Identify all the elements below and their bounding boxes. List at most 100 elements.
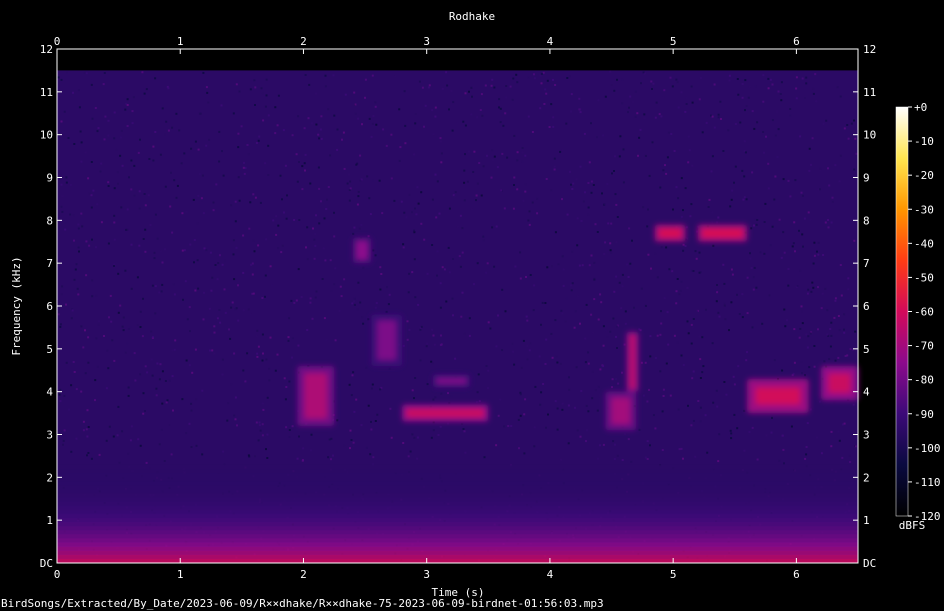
noise-pixel	[196, 259, 199, 262]
noise-pixel	[428, 84, 431, 87]
x-tick-label-bottom: 0	[54, 568, 61, 581]
noise-pixel	[99, 170, 102, 173]
noise-pixel	[164, 248, 166, 251]
noise-pixel	[579, 111, 582, 114]
noise-pixel	[612, 317, 615, 320]
noise-pixel	[229, 337, 232, 340]
noise-pixel	[126, 98, 129, 101]
noise-pixel	[570, 93, 573, 96]
noise-pixel	[284, 164, 287, 167]
noise-pixel	[522, 339, 525, 342]
noise-pixel	[327, 108, 330, 111]
noise-pixel	[100, 162, 103, 165]
noise-pixel	[379, 266, 382, 269]
noise-pixel	[173, 293, 176, 296]
noise-pixel	[533, 73, 535, 76]
noise-pixel	[516, 188, 519, 191]
noise-pixel	[353, 303, 356, 306]
call-core	[628, 334, 637, 390]
noise-pixel	[193, 239, 196, 241]
noise-pixel	[285, 386, 288, 388]
noise-pixel	[434, 106, 437, 109]
noise-pixel	[350, 439, 353, 441]
noise-pixel	[154, 285, 157, 288]
noise-pixel	[692, 419, 695, 422]
noise-pixel	[486, 154, 488, 157]
noise-pixel	[678, 448, 681, 451]
noise-pixel	[382, 128, 385, 131]
noise-pixel	[806, 346, 809, 349]
noise-pixel	[311, 255, 313, 258]
low-band-strip	[57, 485, 858, 490]
noise-pixel	[265, 358, 268, 361]
noise-pixel	[348, 173, 350, 176]
noise-pixel	[602, 325, 605, 328]
noise-pixel	[817, 328, 819, 331]
noise-pixel	[748, 431, 751, 433]
noise-pixel	[72, 214, 75, 217]
noise-pixel	[130, 159, 133, 162]
noise-pixel	[480, 194, 483, 197]
noise-pixel	[431, 362, 434, 365]
noise-pixel	[803, 217, 806, 220]
noise-pixel	[791, 245, 794, 248]
noise-pixel	[557, 263, 560, 266]
noise-pixel	[205, 144, 208, 147]
noise-pixel	[790, 425, 793, 428]
noise-pixel	[77, 223, 80, 226]
noise-pixel	[419, 328, 422, 331]
noise-pixel	[276, 353, 279, 356]
noise-pixel	[691, 164, 694, 167]
noise-pixel	[282, 129, 285, 132]
noise-pixel	[95, 246, 97, 249]
noise-pixel	[136, 324, 139, 326]
noise-pixel	[257, 439, 260, 442]
noise-pixel	[516, 81, 519, 84]
noise-pixel	[671, 270, 674, 273]
noise-pixel	[752, 276, 755, 279]
noise-pixel	[741, 293, 744, 296]
noise-pixel	[611, 386, 613, 389]
noise-pixel	[571, 250, 574, 253]
noise-pixel	[359, 301, 362, 304]
noise-pixel	[450, 395, 453, 397]
noise-pixel	[728, 74, 731, 77]
noise-pixel	[798, 229, 800, 232]
noise-pixel	[262, 408, 265, 411]
noise-pixel	[699, 420, 702, 423]
noise-pixel	[324, 74, 327, 77]
noise-pixel	[498, 98, 501, 101]
noise-pixel	[106, 349, 109, 352]
noise-pixel	[815, 436, 818, 439]
noise-pixel	[175, 112, 178, 115]
noise-pixel	[105, 439, 108, 442]
noise-pixel	[91, 279, 94, 282]
noise-pixel	[762, 131, 765, 133]
noise-pixel	[609, 70, 612, 73]
noise-pixel	[237, 132, 240, 135]
noise-pixel	[421, 86, 424, 89]
noise-pixel	[121, 430, 124, 433]
noise-pixel	[517, 418, 520, 421]
noise-pixel	[90, 83, 93, 86]
noise-pixel	[57, 76, 60, 79]
noise-pixel	[789, 195, 792, 198]
noise-pixel	[713, 83, 716, 86]
noise-pixel	[571, 188, 574, 190]
noise-pixel	[660, 310, 662, 313]
noise-pixel	[717, 116, 720, 119]
low-band-strip	[57, 505, 858, 511]
noise-pixel	[62, 439, 65, 442]
noise-pixel	[664, 164, 666, 167]
noise-pixel	[370, 420, 372, 423]
noise-pixel	[293, 219, 296, 221]
noise-pixel	[332, 74, 335, 77]
noise-pixel	[218, 160, 221, 163]
noise-pixel	[646, 400, 649, 403]
noise-pixel	[793, 328, 796, 331]
noise-pixel	[837, 356, 840, 359]
noise-pixel	[731, 273, 734, 276]
y-tick-label-left: 2	[46, 471, 53, 484]
noise-pixel	[418, 80, 421, 83]
noise-pixel	[673, 334, 676, 337]
